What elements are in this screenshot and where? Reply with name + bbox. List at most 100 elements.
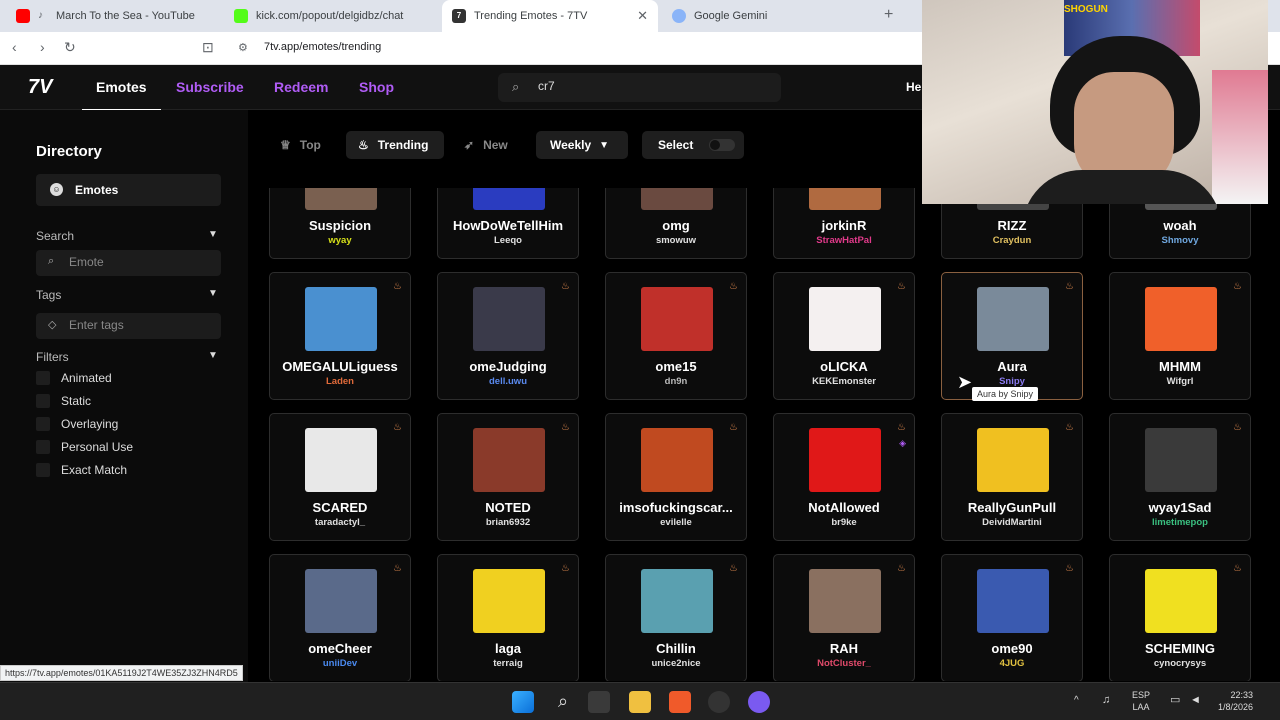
- emote-author[interactable]: dn9n: [606, 376, 746, 387]
- bookmark-icon[interactable]: ⊡: [202, 39, 214, 56]
- emote-author[interactable]: Wifgrl: [1110, 376, 1250, 387]
- emote-card[interactable]: ♨ ReallyGunPull DeividMartini: [941, 413, 1083, 541]
- emote-card[interactable]: ♨ MHMM Wifgrl: [1109, 272, 1251, 400]
- emote-image: [641, 428, 713, 492]
- emote-card[interactable]: ♨ imsofuckingscar... evilelle: [605, 413, 747, 541]
- chevron-down-icon[interactable]: ▼: [208, 350, 218, 361]
- windows-start-icon[interactable]: [512, 691, 534, 713]
- nav-emotes[interactable]: Emotes: [82, 79, 161, 111]
- clock[interactable]: 22:33 1/8/2026: [1218, 689, 1253, 713]
- discord-icon[interactable]: [748, 691, 770, 713]
- emote-author[interactable]: StrawHatPal: [774, 235, 914, 246]
- input-language[interactable]: ESP LAA: [1132, 689, 1150, 713]
- nav-shop[interactable]: Shop: [359, 79, 394, 95]
- tab-7tv[interactable]: 7 Trending Emotes - 7TV ✕: [442, 0, 658, 32]
- sort-new-button[interactable]: ➶ New: [458, 131, 526, 159]
- volume-icon[interactable]: ◄: [1190, 694, 1201, 706]
- task-view-icon[interactable]: [588, 691, 610, 713]
- emote-author[interactable]: uniiDev: [270, 658, 410, 669]
- checkbox[interactable]: [36, 463, 50, 477]
- emote-author[interactable]: brian6932: [438, 517, 578, 528]
- forward-icon[interactable]: ›: [40, 39, 45, 55]
- emote-card[interactable]: ♨ laga terraig: [437, 554, 579, 681]
- back-icon[interactable]: ‹: [12, 39, 17, 55]
- user-greeting[interactable]: He: [906, 80, 921, 94]
- emote-author[interactable]: Laden: [270, 376, 410, 387]
- emote-author[interactable]: unice2nice: [606, 658, 746, 669]
- sidebar-item-emotes[interactable]: ☺ Emotes: [36, 174, 221, 206]
- checkbox[interactable]: [36, 440, 50, 454]
- 7tv-logo[interactable]: 7V: [28, 76, 52, 99]
- emote-card[interactable]: ♨ OMEGALULiguess Laden: [269, 272, 411, 400]
- emote-card[interactable]: ♨ NOTED brian6932: [437, 413, 579, 541]
- select-toggle[interactable]: [709, 139, 736, 151]
- emote-author[interactable]: cynocrysys: [1110, 658, 1250, 669]
- file-explorer-icon[interactable]: [629, 691, 651, 713]
- emote-author[interactable]: NotCluster_: [774, 658, 914, 669]
- emote-author[interactable]: limetimepop: [1110, 517, 1250, 528]
- search-icon[interactable]: ⌕: [552, 691, 574, 713]
- nav-subscribe[interactable]: Subscribe: [176, 79, 244, 95]
- emote-author[interactable]: taradactyl_: [270, 517, 410, 528]
- emote-card[interactable]: ♨ ome15 dn9n: [605, 272, 747, 400]
- emote-author[interactable]: Leeqo: [438, 235, 578, 246]
- emote-card[interactable]: ♨ RAH NotCluster_: [773, 554, 915, 681]
- emote-author[interactable]: wyay: [270, 235, 410, 246]
- emote-author[interactable]: DeividMartini: [942, 517, 1082, 528]
- reload-icon[interactable]: ↻: [64, 39, 76, 56]
- close-icon[interactable]: ✕: [637, 8, 648, 24]
- sort-trending-button[interactable]: ♨ Trending: [346, 131, 444, 159]
- emote-card[interactable]: ♨Suspicionwyay: [269, 188, 411, 259]
- tags-input[interactable]: [69, 318, 209, 332]
- period-dropdown[interactable]: Weekly ▼: [536, 131, 628, 159]
- tab-youtube[interactable]: ♪ March To the Sea - YouTube: [6, 0, 220, 32]
- site-search-input[interactable]: [538, 79, 768, 93]
- tab-kick[interactable]: kick.com/popout/delgidbz/chat: [224, 0, 438, 32]
- emote-card[interactable]: ♨ oLICKA KEKEmonster: [773, 272, 915, 400]
- filter-overlaying[interactable]: Overlaying: [36, 415, 118, 433]
- checkbox[interactable]: [36, 371, 50, 385]
- checkbox[interactable]: [36, 394, 50, 408]
- emote-author[interactable]: smowuw: [606, 235, 746, 246]
- emote-card[interactable]: ♨ SCHEMING cynocrysys: [1109, 554, 1251, 681]
- chevron-down-icon[interactable]: ▼: [208, 288, 218, 299]
- emote-author[interactable]: Craydun: [942, 235, 1082, 246]
- chevron-down-icon[interactable]: ▼: [208, 229, 218, 240]
- emote-search-input[interactable]: [69, 255, 209, 269]
- checkbox[interactable]: [36, 417, 50, 431]
- emote-card[interactable]: ♨ ◈ NotAllowed br9ke: [773, 413, 915, 541]
- microphone-icon[interactable]: ♫: [1102, 694, 1110, 706]
- emote-card[interactable]: ♨omgsmowuw: [605, 188, 747, 259]
- nav-redeem[interactable]: Redeem: [274, 79, 328, 95]
- emote-author[interactable]: terraig: [438, 658, 578, 669]
- emote-card[interactable]: ♨jorkinRStrawHatPal: [773, 188, 915, 259]
- obs-icon[interactable]: [708, 691, 730, 713]
- select-toggle-button[interactable]: Select: [642, 131, 744, 159]
- emote-card[interactable]: ♨ Chillin unice2nice: [605, 554, 747, 681]
- emote-author[interactable]: 4JUG: [942, 658, 1082, 669]
- emote-author[interactable]: KEKEmonster: [774, 376, 914, 387]
- emote-author[interactable]: evilelle: [606, 517, 746, 528]
- brave-browser-icon[interactable]: [669, 691, 691, 713]
- tab-gemini[interactable]: Google Gemini: [662, 0, 876, 32]
- site-settings-icon[interactable]: ⚙: [238, 41, 248, 54]
- emote-image: [305, 188, 377, 210]
- sort-top-button[interactable]: ♕ Top: [276, 131, 332, 159]
- emote-card[interactable]: ♨ omeCheer uniiDev: [269, 554, 411, 681]
- emote-card[interactable]: ♨ wyay1Sad limetimepop: [1109, 413, 1251, 541]
- new-tab-button[interactable]: +: [884, 6, 893, 24]
- emote-author[interactable]: dell.uwu: [438, 376, 578, 387]
- emote-card[interactable]: ♨HowDoWeTellHimLeeqo: [437, 188, 579, 259]
- filter-static[interactable]: Static: [36, 392, 91, 410]
- emote-card[interactable]: ♨ ome90 4JUG: [941, 554, 1083, 681]
- network-icon[interactable]: ▭: [1170, 694, 1180, 706]
- emote-card[interactable]: ♨ omeJudging dell.uwu: [437, 272, 579, 400]
- emote-author[interactable]: br9ke: [774, 517, 914, 528]
- filter-personal-use[interactable]: Personal Use: [36, 438, 133, 456]
- filter-animated[interactable]: Animated: [36, 369, 112, 387]
- emote-card[interactable]: ♨ SCARED taradactyl_: [269, 413, 411, 541]
- address-bar[interactable]: 7tv.app/emotes/trending: [264, 41, 381, 53]
- emote-author[interactable]: Shmovy: [1110, 235, 1250, 246]
- filter-exact-match[interactable]: Exact Match: [36, 461, 127, 479]
- chevron-up-icon[interactable]: ^: [1074, 695, 1079, 707]
